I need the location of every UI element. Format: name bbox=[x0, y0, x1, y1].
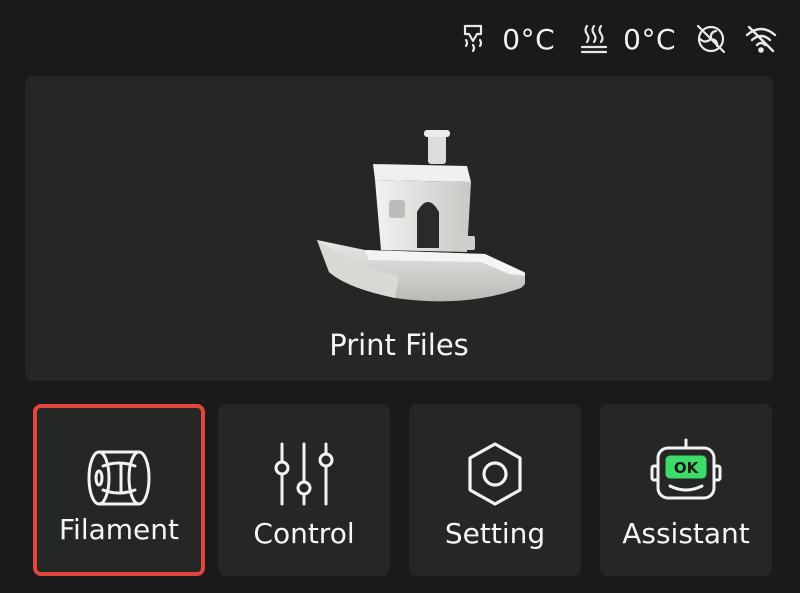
control-button[interactable]: Control bbox=[218, 404, 390, 576]
filament-button[interactable]: Filament bbox=[33, 404, 205, 576]
nozzle-status: 0°C bbox=[456, 22, 555, 56]
print-files-card[interactable]: Print Files bbox=[25, 76, 773, 381]
assistant-label: Assistant bbox=[622, 517, 750, 550]
fan-off-icon bbox=[694, 22, 728, 56]
wifi-status bbox=[744, 22, 778, 56]
sliders-icon bbox=[218, 436, 390, 512]
fan-status bbox=[694, 22, 728, 56]
status-bar: 0°C 0°C bbox=[442, 14, 778, 64]
filament-spool-icon bbox=[37, 440, 201, 516]
bed-temperature: 0°C bbox=[623, 22, 676, 56]
nozzle-temperature: 0°C bbox=[502, 22, 556, 56]
assistant-robot-icon: OK bbox=[600, 436, 772, 512]
nozzle-heat-icon bbox=[456, 22, 490, 56]
benchy-boat-image bbox=[295, 126, 533, 316]
print-files-label: Print Files bbox=[329, 328, 469, 362]
svg-text:OK: OK bbox=[674, 459, 700, 477]
wifi-off-icon bbox=[744, 22, 778, 56]
control-label: Control bbox=[253, 517, 355, 550]
heated-bed-icon bbox=[577, 22, 611, 56]
assistant-button[interactable]: OK Assistant bbox=[600, 404, 772, 576]
bed-status: 0°C bbox=[577, 22, 676, 56]
hex-nut-settings-icon bbox=[409, 436, 581, 512]
setting-button[interactable]: Setting bbox=[409, 404, 581, 576]
setting-label: Setting bbox=[444, 517, 546, 550]
filament-label: Filament bbox=[58, 513, 179, 546]
